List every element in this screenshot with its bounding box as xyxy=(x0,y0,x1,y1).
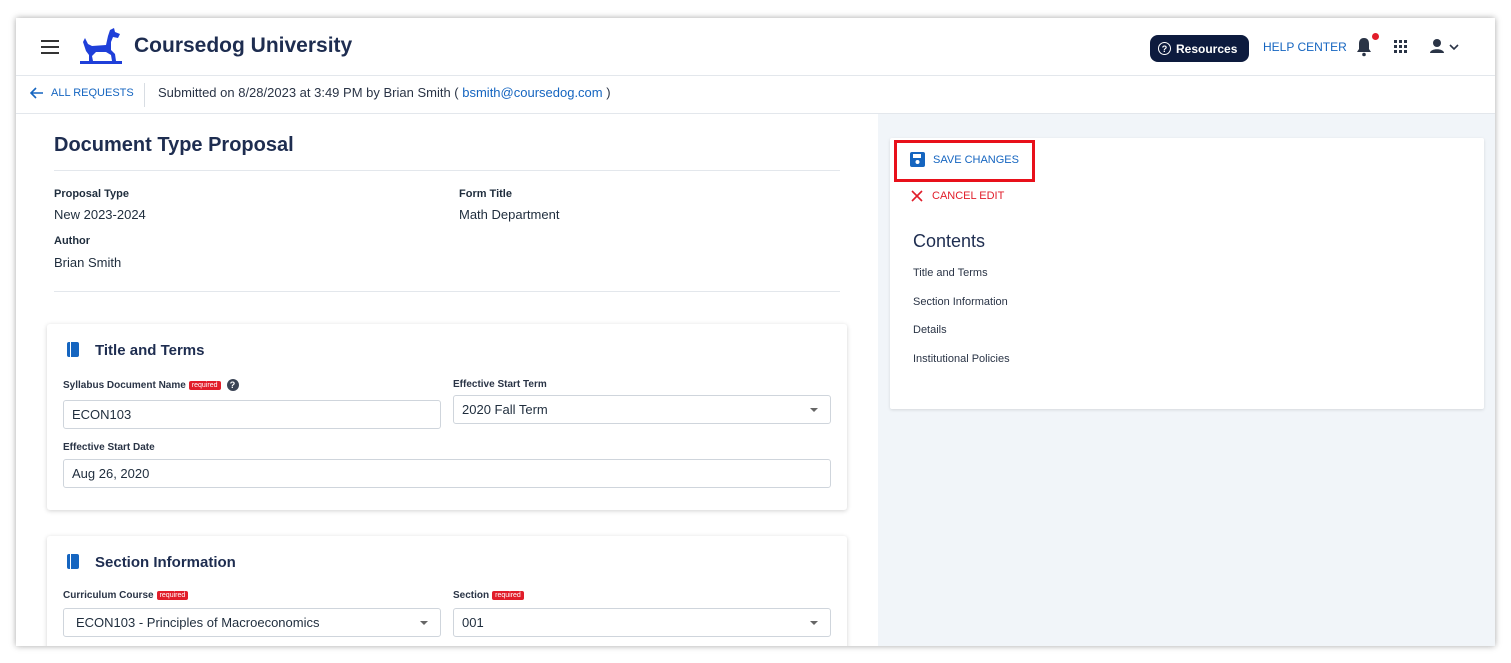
proposal-type-value: New 2023-2024 xyxy=(54,207,146,222)
book-icon xyxy=(67,554,79,569)
divider xyxy=(54,291,840,292)
close-icon xyxy=(911,190,923,202)
cancel-edit-button[interactable]: CANCEL EDIT xyxy=(911,190,1004,202)
page-title: Document Type Proposal xyxy=(54,134,294,156)
syllabus-name-text: Syllabus Document Name xyxy=(63,379,186,391)
apps-grid-icon[interactable] xyxy=(1394,40,1407,53)
section-text: Section xyxy=(453,590,490,601)
contents-item-institutional-policies[interactable]: Institutional Policies xyxy=(913,353,1010,365)
app-window: Coursedog University ? Resources HELP CE… xyxy=(16,18,1495,646)
bell-icon[interactable] xyxy=(1355,37,1373,57)
syllabus-name-input[interactable]: ECON103 xyxy=(63,400,441,429)
contents-item-section-information[interactable]: Section Information xyxy=(913,296,1008,308)
title-and-terms-heading: Title and Terms xyxy=(95,342,205,359)
top-bar: Coursedog University ? Resources HELP CE… xyxy=(16,18,1495,76)
caret-down-icon xyxy=(420,621,428,625)
form-title-value: Math Department xyxy=(459,207,560,222)
form-title-label: Form Title xyxy=(459,188,512,200)
submitted-prefix: Submitted on 8/28/2023 at 3:49 PM by Bri… xyxy=(158,85,459,100)
curriculum-course-value: ECON103 - Principles of Macroeconomics xyxy=(76,615,320,630)
contents-card: SAVE CHANGES CANCEL EDIT Contents Title … xyxy=(890,138,1484,409)
save-icon xyxy=(910,152,925,167)
divider xyxy=(54,170,840,171)
question-circle-icon: ? xyxy=(1158,42,1171,55)
section-select[interactable]: 001 xyxy=(453,608,831,637)
resources-button[interactable]: ? Resources xyxy=(1150,35,1250,62)
required-badge: required xyxy=(188,380,221,390)
submitted-suffix: ) xyxy=(606,85,611,100)
dog-logo-icon[interactable] xyxy=(80,28,122,64)
help-icon[interactable]: ? xyxy=(226,379,239,391)
contents-item-details[interactable]: Details xyxy=(913,324,947,336)
caret-down-icon xyxy=(810,408,818,412)
effective-date-input[interactable]: Aug 26, 2020 xyxy=(63,459,831,488)
section-value: 001 xyxy=(462,615,484,630)
effective-date-text: Effective Start Date xyxy=(63,442,155,453)
curriculum-course-text: Curriculum Course xyxy=(63,590,154,601)
sidebar-panel: SAVE CHANGES CANCEL EDIT Contents Title … xyxy=(878,114,1495,646)
request-subbar: ALL REQUESTS Submitted on 8/28/2023 at 3… xyxy=(16,77,1495,114)
syllabus-name-label: Syllabus Document Name required ? xyxy=(63,379,239,391)
section-information-card: Section Information Curriculum Course re… xyxy=(47,536,847,646)
title-and-terms-card: Title and Terms Syllabus Document Name r… xyxy=(47,324,847,510)
help-center-link[interactable]: HELP CENTER xyxy=(1263,40,1347,54)
contents-item-title-and-terms[interactable]: Title and Terms xyxy=(913,267,988,279)
brand-name: Coursedog University xyxy=(134,34,353,57)
section-label: Section required xyxy=(453,590,524,601)
divider xyxy=(144,83,145,107)
effective-term-select[interactable]: 2020 Fall Term xyxy=(453,395,831,424)
all-requests-link[interactable]: ALL REQUESTS xyxy=(30,87,134,99)
author-label: Author xyxy=(54,235,91,247)
syllabus-name-value: ECON103 xyxy=(72,407,132,422)
save-changes-label: SAVE CHANGES xyxy=(933,153,1019,166)
effective-term-label: Effective Start Term xyxy=(453,379,547,390)
book-icon xyxy=(67,342,79,357)
effective-date-label: Effective Start Date xyxy=(63,442,155,453)
section-information-heading: Section Information xyxy=(95,554,236,571)
contents-heading: Contents xyxy=(913,231,986,251)
caret-down-icon xyxy=(810,621,818,625)
submitter-email-link[interactable]: bsmith@coursedog.com xyxy=(462,85,602,100)
proposal-type-label: Proposal Type xyxy=(54,188,129,200)
proposal-panel: Document Type Proposal Proposal Type New… xyxy=(16,114,878,646)
author-value: Brian Smith xyxy=(54,255,122,270)
effective-term-text: Effective Start Term xyxy=(453,379,547,390)
required-badge: required xyxy=(492,591,524,600)
notification-dot xyxy=(1372,33,1379,40)
curriculum-course-select[interactable]: ECON103 - Principles of Macroeconomics xyxy=(63,608,441,637)
effective-date-value: Aug 26, 2020 xyxy=(72,466,150,481)
submission-info: Submitted on 8/28/2023 at 3:49 PM by Bri… xyxy=(158,85,611,100)
effective-term-value: 2020 Fall Term xyxy=(462,402,548,417)
arrow-left-icon xyxy=(30,87,43,99)
cancel-edit-label: CANCEL EDIT xyxy=(932,190,1005,202)
required-badge: required xyxy=(156,591,189,600)
all-requests-label: ALL REQUESTS xyxy=(51,87,134,99)
user-menu-icon[interactable] xyxy=(1428,38,1464,56)
curriculum-course-label: Curriculum Course required xyxy=(63,590,189,601)
menu-icon[interactable] xyxy=(41,40,59,54)
save-changes-button[interactable]: SAVE CHANGES xyxy=(910,152,1019,167)
resources-label: Resources xyxy=(1176,41,1238,56)
